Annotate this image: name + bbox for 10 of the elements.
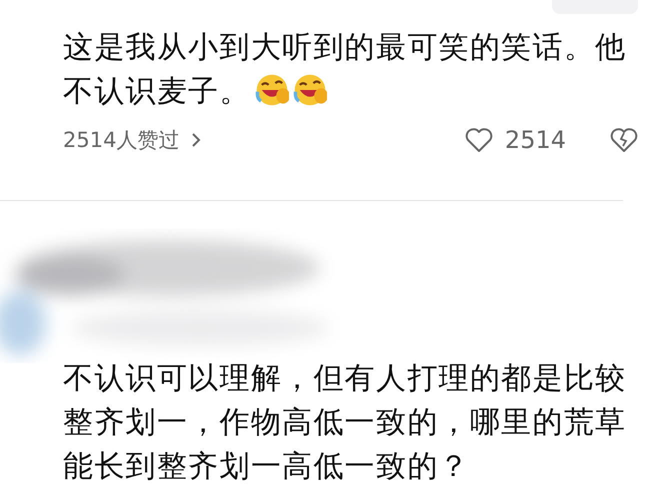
comment-text: 这是我从小到大听到的最可笑的笑话。他不认识麦子。	[63, 29, 628, 111]
comment-text: 不认识可以理解，但有人打理的都是比较整齐划一，作物高低一致的，哪里的荒草能长到整齐划一高低一致的？	[63, 360, 628, 486]
likers-link[interactable]: 2514人赞过	[63, 126, 202, 154]
broken-heart-icon	[610, 127, 638, 153]
dislike-button[interactable]	[610, 127, 638, 153]
chevron-icon	[191, 132, 202, 148]
heart-icon	[464, 127, 493, 153]
like-button[interactable]: 2514	[464, 126, 566, 154]
laughing-emoji-icon	[254, 73, 289, 107]
laughing-emoji-icon	[292, 73, 327, 107]
